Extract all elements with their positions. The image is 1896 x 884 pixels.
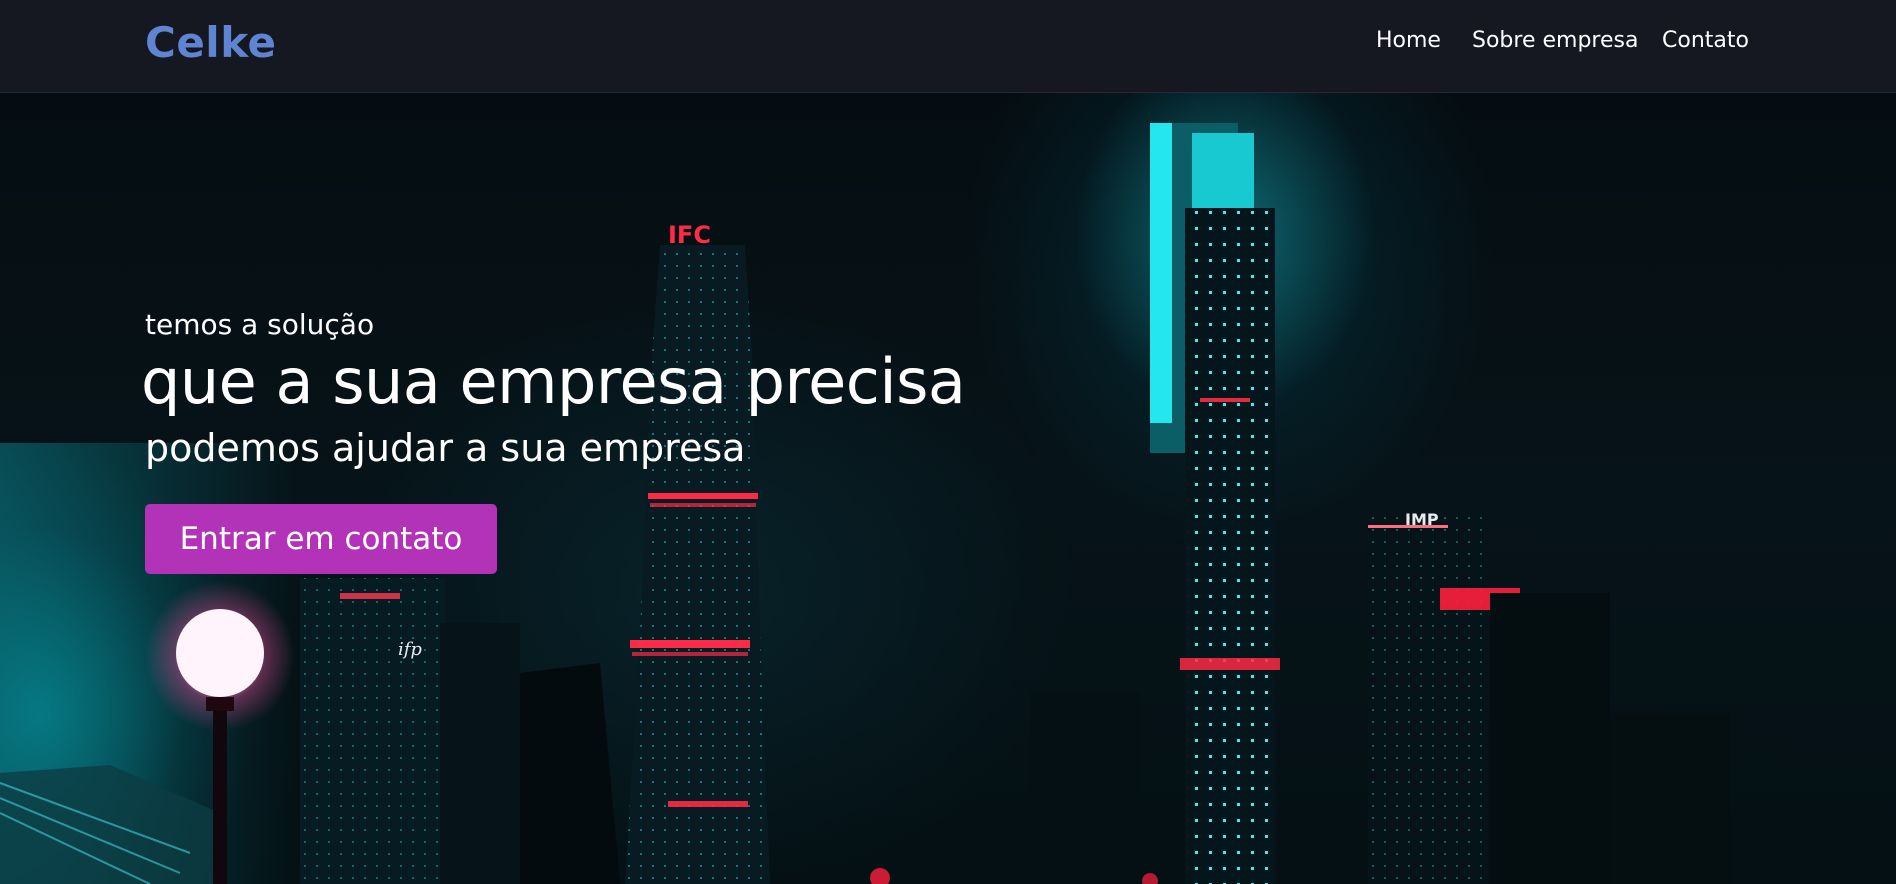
hero-subheadline: podemos ajudar a sua empresa [145, 426, 746, 470]
site-logo[interactable]: Celke [145, 18, 277, 67]
site-header: Celke Home Sobre empresa Contato [0, 0, 1896, 93]
ifc-sign: IFC [668, 221, 711, 249]
hero-headline: que a sua empresa precisa [141, 345, 966, 418]
city-skyline-background: IFC IMP ifp [0, 93, 1730, 884]
contact-cta-button[interactable]: Entrar em contato [145, 504, 497, 574]
hero-eyebrow: temos a solução [145, 308, 375, 341]
ifp-sign: ifp [398, 639, 422, 660]
nav-about-link[interactable]: Sobre empresa [1472, 28, 1642, 53]
nav-contact-link[interactable]: Contato [1662, 28, 1762, 53]
nav-home-link[interactable]: Home [1376, 28, 1446, 53]
hero-section: IFC IMP ifp temos a solução que a sua em… [0, 93, 1896, 884]
imp-sign: IMP [1405, 510, 1439, 529]
